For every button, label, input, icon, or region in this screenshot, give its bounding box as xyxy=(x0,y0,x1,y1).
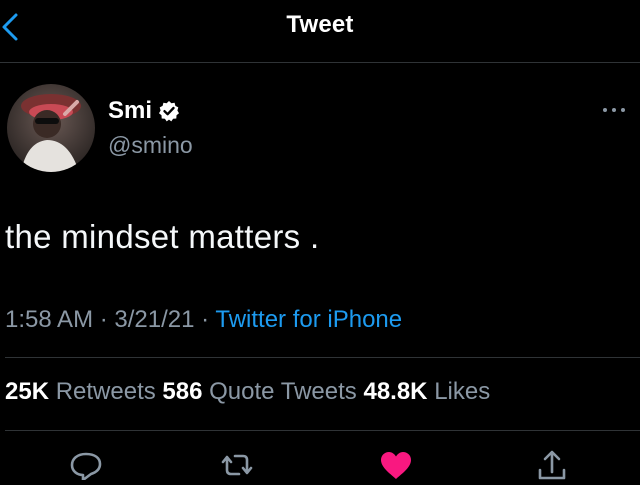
retweets-stat[interactable]: 25K Retweets xyxy=(5,378,156,405)
quote-tweets-stat[interactable]: 586 Quote Tweets xyxy=(162,378,356,405)
profile-photo xyxy=(7,84,95,172)
reply-icon xyxy=(70,452,102,482)
divider xyxy=(5,430,640,431)
avatar[interactable] xyxy=(7,84,95,172)
meta-separator: · xyxy=(194,306,216,333)
more-options-button[interactable] xyxy=(598,102,630,118)
retweets-label: Retweets xyxy=(55,378,156,405)
likes-stat[interactable]: 48.8K Likes xyxy=(363,378,490,405)
retweet-button[interactable] xyxy=(217,446,257,480)
quote-tweets-label: Quote Tweets xyxy=(209,378,357,405)
tweet-stats: 25K Retweets 586 Quote Tweets 48.8K Like… xyxy=(5,378,490,406)
share-icon xyxy=(538,450,566,480)
retweets-count: 25K xyxy=(5,378,50,405)
tweet-time: 1:58 AM xyxy=(5,306,94,333)
tweet-date: 3/21/21 xyxy=(114,306,195,333)
share-button[interactable] xyxy=(532,446,572,480)
page-title: Tweet xyxy=(286,11,354,38)
like-button[interactable] xyxy=(376,446,416,480)
heart-filled-icon xyxy=(381,452,411,479)
likes-label: Likes xyxy=(434,378,491,405)
divider xyxy=(5,357,640,358)
quote-tweets-count: 586 xyxy=(162,378,203,405)
retweet-icon xyxy=(221,454,253,476)
tweet-source-link[interactable]: Twitter for iPhone xyxy=(215,306,402,333)
top-bar: Tweet xyxy=(0,0,640,63)
more-horizontal-icon xyxy=(603,108,625,112)
display-name: Smi xyxy=(108,97,153,124)
verified-badge-icon xyxy=(158,100,180,122)
likes-count: 48.8K xyxy=(363,378,428,405)
author-name-row[interactable]: Smi xyxy=(108,96,180,126)
reply-button[interactable] xyxy=(66,446,106,482)
author-handle[interactable]: @smino xyxy=(108,132,193,159)
tweet-meta: 1:58 AM · 3/21/21 · Twitter for iPhone xyxy=(5,306,402,334)
tweet-text: the mindset matters . xyxy=(5,218,320,255)
meta-separator: · xyxy=(93,306,115,333)
